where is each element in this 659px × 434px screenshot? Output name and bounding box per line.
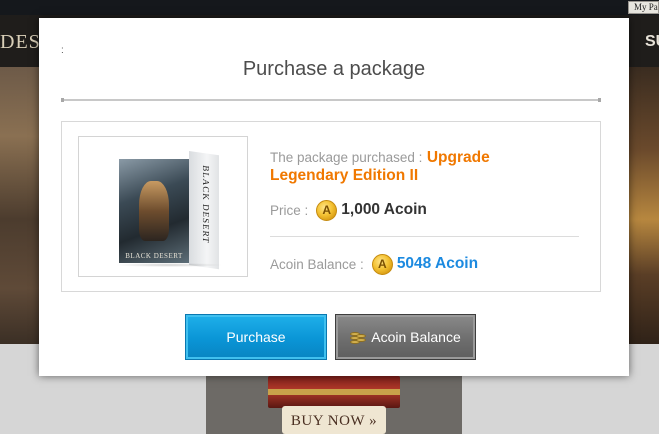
- site-top-bar: [0, 0, 659, 15]
- acoin-coin-icon: A: [371, 253, 393, 275]
- purchase-button[interactable]: Purchase: [185, 314, 327, 360]
- box-front-cover: BLACK DESERT: [119, 159, 189, 263]
- nav-item-partial[interactable]: SU: [645, 33, 659, 51]
- info-divider: [270, 236, 579, 237]
- price-value: 1,000 Acoin: [341, 201, 427, 218]
- box-spine-logo: BLACK DESERT: [201, 164, 211, 245]
- hero-image-left: [0, 67, 40, 344]
- hero-image-right: [628, 67, 659, 344]
- dialog-marker: :: [61, 45, 64, 56]
- my-page-link[interactable]: My Pa: [628, 1, 659, 14]
- title-divider: [61, 98, 601, 102]
- purchase-button-label: Purchase: [226, 329, 286, 345]
- box-character-art: [139, 181, 169, 241]
- balance-row: Acoin Balance : A 5048 Acoin: [270, 252, 478, 276]
- treasure-chest-band: [268, 389, 400, 395]
- box-front-logo: BLACK DESERT: [125, 252, 183, 260]
- balance-value: 5048 Acoin: [396, 255, 479, 272]
- balance-label: Acoin Balance :: [270, 256, 364, 272]
- package-label: The package purchased :: [270, 150, 423, 165]
- package-details-box: BLACK DESERT BLACK DESERT The package pu…: [61, 121, 601, 292]
- purchase-package-dialog: : Purchase a package BLACK DESERT BLACK …: [39, 18, 629, 376]
- acoin-coin-icon: A: [316, 199, 338, 221]
- coin-stack-icon: [350, 329, 367, 345]
- dialog-title: Purchase a package: [242, 58, 426, 80]
- product-image: BLACK DESERT BLACK DESERT: [78, 136, 248, 277]
- package-row: The package purchased : Upgrade Legendar…: [270, 149, 570, 185]
- price-label: Price :: [270, 202, 309, 218]
- acoin-balance-button-label: Acoin Balance: [371, 329, 461, 345]
- box-shadow: [115, 263, 223, 267]
- buy-now-button[interactable]: BUY NOW »: [282, 406, 386, 434]
- package-info: The package purchased : Upgrade Legendar…: [270, 122, 590, 293]
- package-box-art: BLACK DESERT BLACK DESERT: [115, 151, 223, 270]
- price-row: Price : A 1,000 Acoin: [270, 199, 427, 221]
- acoin-balance-button[interactable]: Acoin Balance: [335, 314, 476, 360]
- box-spine: BLACK DESERT: [189, 151, 219, 270]
